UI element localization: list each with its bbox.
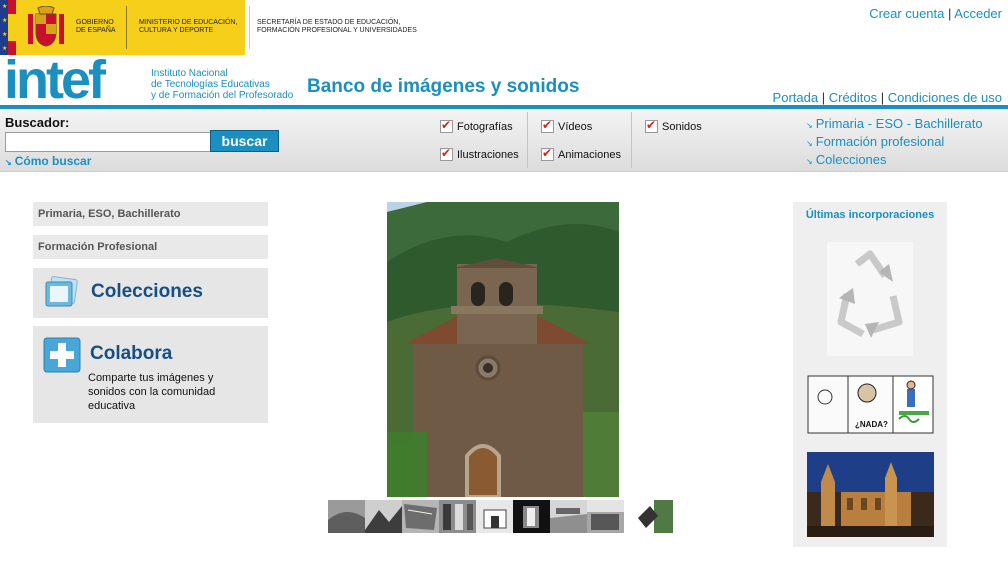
search-label: Buscador: [5, 115, 70, 130]
tab-primaria-eso-bachillerato[interactable]: Primaria, ESO, Bachillerato [33, 202, 268, 226]
cathedral-thumbnail[interactable] [807, 452, 934, 537]
intef-subtitle-line: y de Formación del Profesorado [151, 90, 294, 101]
divider [249, 6, 250, 49]
category-links: ↘ Primaria - ESO - Bachillerato ↘ Formació… [806, 116, 983, 170]
secretaria-label: SECRETARÍA DE ESTADO DE EDUCACIÓN, FORMA… [257, 19, 417, 34]
intef-logo[interactable]: intef [4, 53, 142, 107]
colecciones-title: Colecciones [91, 281, 203, 302]
separator: | [948, 6, 952, 21]
portada-link[interactable]: Portada [773, 90, 819, 105]
arrow-icon: ↘ [806, 157, 813, 166]
comic-text: ¿NADA? [855, 420, 888, 429]
star-icon: ★ [2, 32, 8, 38]
gobierno-label: GOBIERNO DE ESPAÑA [76, 19, 116, 34]
arrow-icon: ↘ [806, 139, 813, 148]
search-input[interactable] [5, 132, 212, 152]
intef-subtitle: Instituto Nacional de Tecnologías Educat… [151, 68, 293, 101]
category-label: Primaria - ESO - Bachillerato [815, 116, 983, 131]
site-links: Portada | Créditos | Condiciones de uso [773, 90, 1002, 105]
how-to-search-label: Cómo buscar [14, 154, 92, 168]
ministerio-label: MINISTERIO DE EDUCACIÓN, CULTURA Y DEPOR… [139, 19, 238, 34]
checkbox-checked-icon[interactable] [541, 146, 554, 161]
separator: | [821, 90, 826, 105]
thumbnail[interactable] [550, 500, 587, 533]
creditos-link[interactable]: Créditos [829, 90, 877, 105]
filter-sonidos[interactable]: Sonidos [645, 118, 702, 133]
site-title: Banco de imágenes y sonidos [307, 76, 580, 97]
eu-flag: ★ ★ ★ ★ [0, 0, 8, 55]
filter-label: Animaciones [558, 148, 621, 161]
separator: | [880, 90, 885, 105]
thumbnail[interactable] [439, 500, 476, 533]
intef-subtitle-line: de Tecnologías Educativas [151, 79, 270, 90]
filter-label: Fotografías [457, 120, 513, 133]
star-icon: ★ [2, 4, 8, 10]
spain-flag-stripe [8, 0, 16, 14]
thumbnail[interactable] [402, 500, 439, 533]
latest-additions-title: Últimas incorporaciones [805, 209, 935, 221]
colabora-title: Colabora [90, 343, 173, 364]
login-link[interactable]: Acceder [954, 6, 1002, 21]
search-button[interactable]: buscar [210, 130, 279, 152]
colecciones-tile[interactable]: Colecciones [33, 268, 268, 318]
category-label: Formación profesional [815, 134, 945, 149]
filter-ilustraciones[interactable]: Ilustraciones [440, 146, 519, 161]
checkbox-checked-icon[interactable] [645, 118, 658, 133]
category-link[interactable]: ↘ Colecciones [806, 152, 983, 170]
divider [527, 112, 528, 168]
thumbnail[interactable] [328, 500, 365, 533]
recycle-icon[interactable] [827, 242, 913, 356]
condiciones-link[interactable]: Condiciones de uso [888, 90, 1002, 105]
colabora-tile[interactable]: Colabora Comparte tus imágenes y sonidos… [33, 326, 268, 423]
thumbnail[interactable] [476, 500, 513, 533]
checkbox-checked-icon[interactable] [440, 146, 453, 161]
account-links: Crear cuenta | Acceder [869, 6, 1002, 21]
photos-icon [45, 276, 78, 307]
thumbnail-gap [624, 500, 636, 533]
coat-of-arms-icon [28, 6, 64, 47]
arrow-icon: ↘ [5, 158, 12, 167]
thumbnail[interactable] [365, 500, 402, 533]
filter-label: Vídeos [558, 120, 593, 133]
create-account-link[interactable]: Crear cuenta [869, 6, 944, 21]
star-icon: ★ [2, 18, 8, 24]
thumbnail[interactable] [587, 500, 624, 533]
comic-thumbnail[interactable]: ¿NADA? [807, 375, 934, 434]
add-icon [43, 337, 81, 373]
thumbnail[interactable] [513, 500, 550, 533]
tab-formacion-profesional[interactable]: Formación Profesional [33, 235, 268, 259]
checkbox-checked-icon[interactable] [440, 118, 453, 133]
filter-fotografias[interactable]: Fotografías [440, 118, 513, 133]
divider [126, 6, 127, 49]
filter-label: Sonidos [662, 120, 702, 133]
category-link[interactable]: ↘ Formación profesional [806, 134, 983, 152]
divider [631, 112, 632, 168]
intef-subtitle-line: Instituto Nacional [151, 68, 228, 79]
spain-flag-stripe [8, 14, 16, 41]
checkbox-checked-icon[interactable] [541, 118, 554, 133]
category-link[interactable]: ↘ Primaria - ESO - Bachillerato [806, 116, 983, 134]
arrow-icon: ↘ [806, 121, 813, 130]
thumbnail-strip [328, 500, 673, 533]
filter-label: Ilustraciones [457, 148, 519, 161]
filter-animaciones[interactable]: Animaciones [541, 146, 621, 161]
filter-videos[interactable]: Vídeos [541, 118, 593, 133]
colabora-description: Comparte tus imágenes y sonidos con la c… [88, 372, 216, 412]
thumbnail[interactable] [636, 500, 673, 533]
category-label: Colecciones [815, 152, 887, 167]
featured-image[interactable] [387, 202, 619, 497]
how-to-search-link[interactable]: ↘ Cómo buscar [5, 154, 91, 168]
